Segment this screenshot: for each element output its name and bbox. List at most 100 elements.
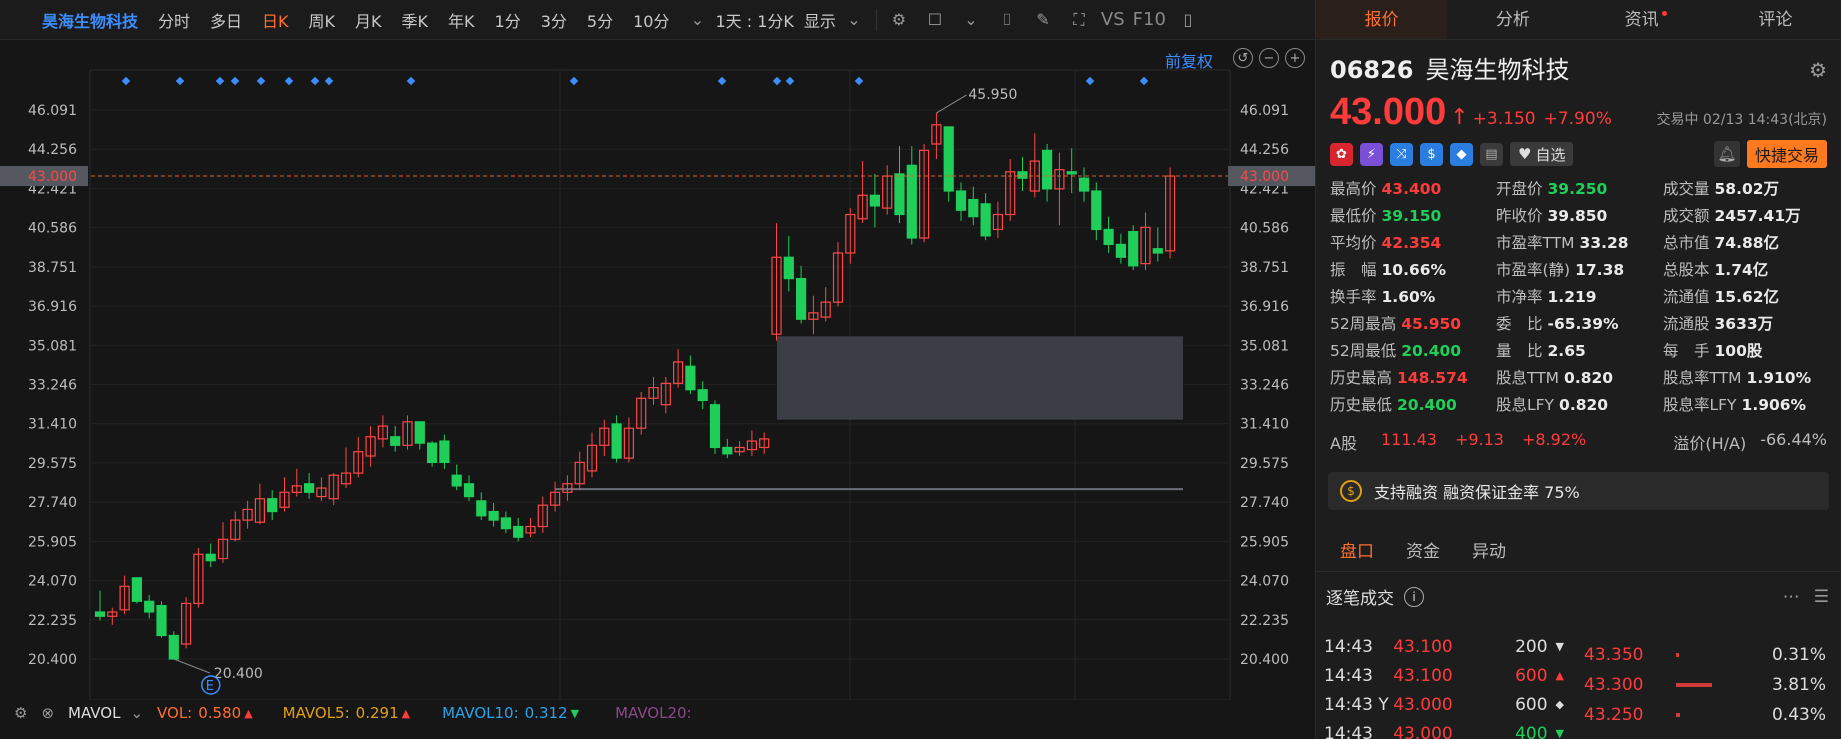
camera-icon[interactable]: ⌷ — [995, 8, 1019, 32]
period-monthly[interactable]: 月K — [355, 8, 382, 32]
trade-volume: 600 — [1515, 694, 1548, 715]
dollar-icon[interactable]: $ — [1420, 142, 1443, 166]
close-icon[interactable]: ⊗ — [41, 704, 54, 722]
tab-analysis[interactable]: 分析 — [1447, 0, 1578, 39]
news-marker-icon[interactable] — [569, 76, 579, 86]
chevron-down-icon[interactable]: ⌄ — [130, 704, 143, 722]
drawn-rectangle[interactable] — [777, 336, 1183, 420]
stat-value: 39.850 — [1547, 207, 1608, 225]
gear-icon[interactable]: ⚙ — [1809, 58, 1827, 82]
trade-row: 14:43 43.100 600 ▲ — [1324, 661, 1564, 690]
stat-item: 换手率 1.60% — [1330, 286, 1496, 308]
candle-body — [783, 256, 794, 280]
add-watchlist-button[interactable]: ♥ 自选 — [1510, 142, 1574, 166]
bell-icon[interactable]: 🔔︎ — [1713, 141, 1740, 167]
zoom-in-icon[interactable]: + — [1285, 48, 1305, 68]
news-marker-icon[interactable] — [324, 76, 334, 86]
news-marker-icon[interactable] — [406, 76, 416, 86]
candle-body — [1017, 171, 1028, 179]
reset-icon[interactable]: ↺ — [1233, 48, 1253, 68]
chart-toolbar: 昊海生物科技 分时 多日 日K 周K 月K 季K 年K 1分 3分 5分 10分… — [0, 0, 1315, 40]
news-marker-icon[interactable] — [785, 76, 795, 86]
tab-orderbook[interactable]: 盘口 — [1340, 532, 1374, 571]
tab-quote[interactable]: 报价 — [1316, 0, 1448, 39]
kline-chart[interactable]: 46.091 46.09144.256 44.25642.421 42.42140.5… — [0, 40, 1315, 700]
tab-funds[interactable]: 资金 — [1406, 532, 1440, 571]
min-label: 20.400 — [214, 666, 263, 682]
news-marker-icon[interactable] — [310, 76, 320, 86]
tab-comments[interactable]: 评论 — [1710, 0, 1841, 39]
period-daily[interactable]: 日K — [262, 8, 289, 32]
period-yearly[interactable]: 年K — [448, 8, 475, 32]
depth-bar — [1676, 650, 1756, 660]
candle-body — [168, 634, 179, 660]
hk-flag-icon[interactable]: ✿ — [1330, 142, 1353, 166]
chevron-down-icon[interactable]: ⌄ — [842, 8, 866, 32]
period-quarterly[interactable]: 季K — [402, 8, 429, 32]
news-marker-icon[interactable] — [854, 76, 864, 86]
stat-item: 最低价 39.150 — [1330, 205, 1496, 227]
fullscreen-icon[interactable]: ⛶ — [1067, 8, 1091, 32]
news-marker-icon[interactable] — [175, 76, 185, 86]
trade-volume: 400 — [1515, 723, 1548, 739]
candle-body — [1041, 149, 1053, 190]
chevron-down-icon[interactable]: ⌄ — [959, 8, 983, 32]
lightning-icon[interactable]: ⚡ — [1360, 142, 1383, 166]
chart-area[interactable]: 昊海生物科技 分时 多日 日K 周K 月K 季K 年K 1分 3分 5分 10分… — [0, 0, 1315, 739]
period-5min[interactable]: 5分 — [587, 8, 613, 32]
interval-select[interactable]: 1天 : 1分K — [715, 8, 793, 32]
more-icon[interactable]: ⋯ — [1783, 587, 1800, 607]
stat-label: 振 幅 — [1330, 261, 1377, 279]
display-menu[interactable]: 显示 — [804, 8, 836, 32]
adjust-mode-button[interactable]: 前复权 — [1165, 48, 1213, 72]
stock-name[interactable]: 昊海生物科技 — [42, 8, 138, 32]
period-3min[interactable]: 3分 — [541, 8, 567, 32]
stat-label: 股息LFY — [1496, 396, 1555, 414]
news-marker-icon[interactable] — [717, 76, 727, 86]
news-marker-icon[interactable] — [256, 76, 266, 86]
news-marker-icon[interactable] — [215, 76, 225, 86]
candle-body — [709, 404, 721, 449]
news-marker-icon[interactable] — [121, 76, 131, 86]
period-weekly[interactable]: 周K — [309, 8, 336, 32]
quick-trade-button[interactable]: 快捷交易 — [1746, 140, 1827, 168]
tab-movement[interactable]: 异动 — [1472, 532, 1506, 571]
f10-button[interactable]: F10 — [1133, 9, 1166, 30]
list-icon[interactable]: ☰ — [1814, 587, 1829, 607]
depth-bar — [1676, 680, 1756, 690]
news-marker-icon[interactable] — [772, 76, 782, 86]
candle-body — [476, 500, 487, 517]
period-1min[interactable]: 1分 — [495, 8, 521, 32]
stat-item: 股息率LFY 1.906% — [1663, 394, 1831, 416]
watchlist-label: 自选 — [1535, 145, 1566, 164]
stock-header: 06826 昊海生物科技 ⚙ 43.000 ↑ +3.150 +7.90% 交易… — [1316, 40, 1841, 168]
candle-body — [1091, 190, 1102, 231]
news-marker-icon[interactable] — [284, 76, 294, 86]
chevron-down-icon[interactable]: ⌄ — [685, 8, 709, 32]
tab-news[interactable]: 资讯 — [1579, 0, 1710, 39]
margin-banner[interactable]: $ 支持融资 融资保证金率 75% — [1328, 472, 1829, 510]
period-10min[interactable]: 10分 — [633, 8, 669, 32]
gear-icon[interactable]: ⚙ — [887, 8, 911, 32]
period-multiday[interactable]: 多日 — [210, 8, 242, 32]
document-icon[interactable]: ▤ — [1480, 142, 1503, 166]
period-minute[interactable]: 分时 — [158, 8, 190, 32]
candle-body — [1128, 231, 1139, 267]
stat-value: 58.02万 — [1714, 180, 1780, 198]
news-marker-icon[interactable] — [1085, 76, 1095, 86]
vs-button[interactable]: VS — [1101, 9, 1125, 30]
news-marker-icon[interactable] — [230, 76, 240, 86]
info-icon[interactable]: i — [1404, 586, 1424, 607]
sidebar-toggle-icon[interactable]: ▯ — [1176, 8, 1200, 32]
settings-icon[interactable]: ⚙ — [14, 704, 27, 722]
square-icon[interactable]: ☐ — [923, 8, 947, 32]
zoom-out-icon[interactable]: − — [1259, 48, 1279, 68]
shuffle-icon[interactable]: ⤨ — [1390, 142, 1413, 166]
news-marker-icon[interactable] — [1139, 76, 1149, 86]
pencil-icon[interactable]: ✎ — [1031, 8, 1055, 32]
candle-body — [513, 525, 524, 538]
tag-icon[interactable]: ◆ — [1450, 142, 1473, 166]
indicator-select[interactable]: MAVOL — [68, 704, 120, 722]
up-arrow-icon: ▲ — [244, 706, 253, 720]
a-share-change: +9.13 — [1454, 430, 1504, 449]
